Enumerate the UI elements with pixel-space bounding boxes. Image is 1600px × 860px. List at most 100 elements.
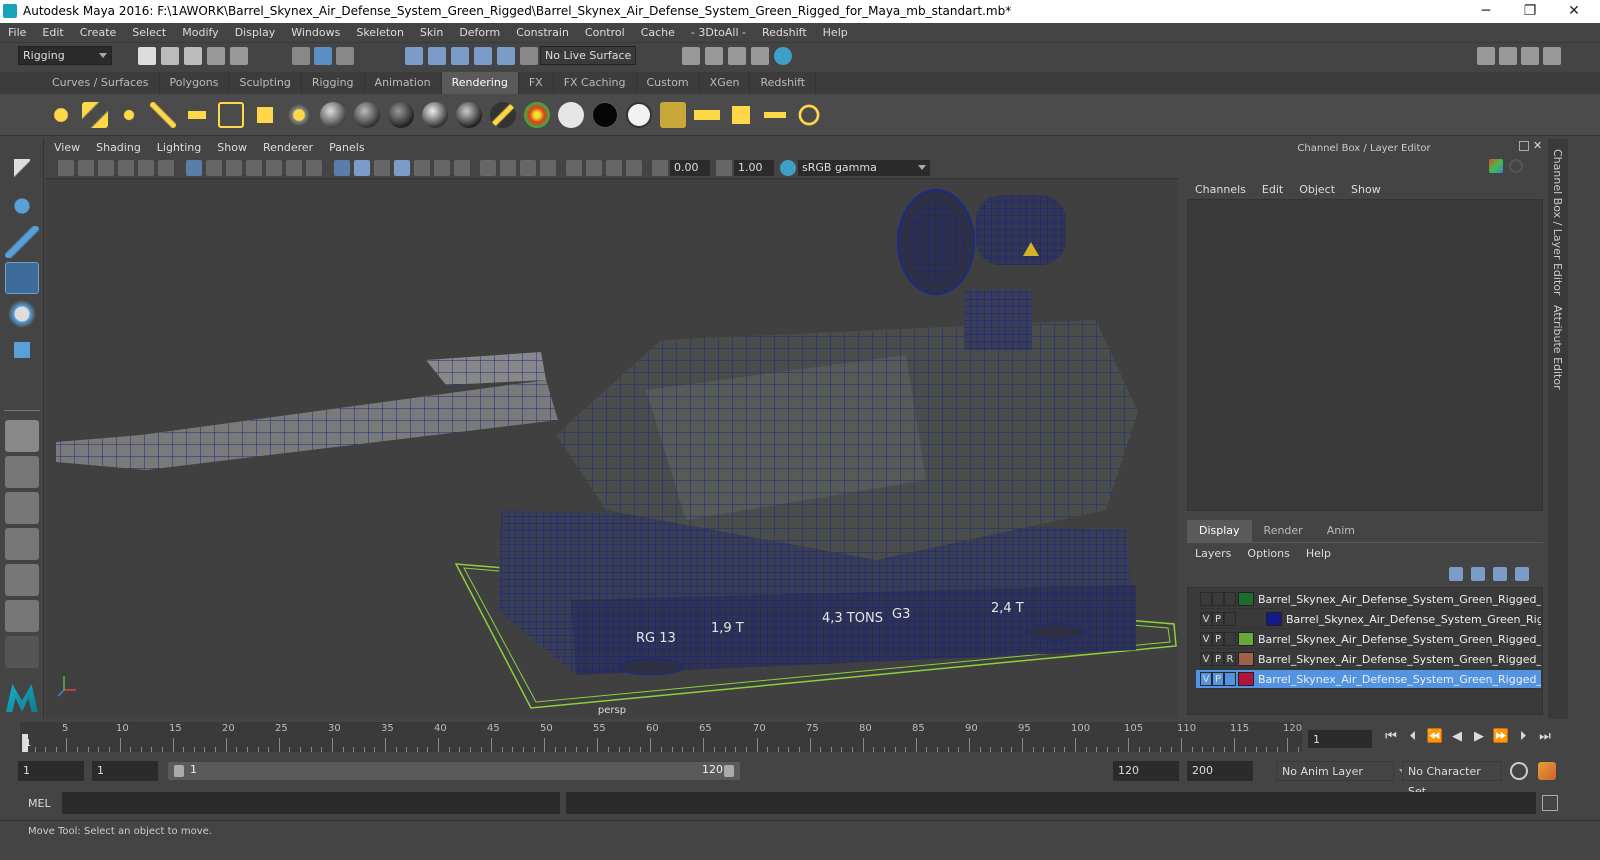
attribute-editor-toggle-icon[interactable]: [1521, 47, 1539, 65]
layer-row[interactable]: V P R Barrel_Skynex_Air_Defense_System_Gree…: [1196, 650, 1541, 669]
xray-icon[interactable]: [586, 159, 602, 176]
snap-surface-icon[interactable]: [497, 47, 515, 65]
snap-point-icon[interactable]: [451, 47, 469, 65]
current-frame-field[interactable]: 1: [1308, 730, 1372, 748]
new-empty-layer-icon[interactable]: [1493, 567, 1507, 581]
playback-toggle[interactable]: P: [1212, 672, 1224, 686]
camera-aim-icon[interactable]: [286, 101, 312, 128]
volume-light-icon[interactable]: [218, 101, 244, 128]
vp-menu-panels[interactable]: Panels: [321, 139, 372, 157]
wireframe-icon[interactable]: [334, 159, 350, 176]
tab-custom[interactable]: Custom: [637, 72, 700, 94]
safe-action-icon[interactable]: [286, 159, 302, 176]
layer-color-swatch[interactable]: [1238, 652, 1254, 666]
playback-toggle[interactable]: P: [1212, 632, 1224, 646]
le-menu-layers[interactable]: Layers: [1187, 547, 1239, 560]
spot-light-icon[interactable]: [150, 101, 176, 128]
anti-aliasing-icon[interactable]: [520, 159, 536, 176]
visibility-toggle[interactable]: V: [1200, 632, 1212, 646]
safe-title-icon[interactable]: [306, 159, 322, 176]
tab-sculpting[interactable]: Sculpting: [229, 72, 302, 94]
menu-control[interactable]: Control: [577, 23, 633, 43]
range-end-field[interactable]: 200: [1187, 761, 1253, 781]
textured-icon[interactable]: [414, 159, 430, 176]
animation-preferences-icon[interactable]: [1538, 762, 1556, 780]
undo-icon[interactable]: [207, 47, 225, 65]
persp-outliner-layout-icon[interactable]: [5, 492, 39, 524]
step-back-key-icon[interactable]: ⏪: [1426, 728, 1444, 746]
hypershade-layout-icon[interactable]: [5, 564, 39, 596]
smooth-shade-icon[interactable]: [354, 159, 370, 176]
gamma-icon[interactable]: [716, 159, 732, 176]
play-backwards-icon[interactable]: ◀: [1448, 728, 1466, 746]
menu-edit[interactable]: Edit: [34, 23, 71, 43]
menu-file[interactable]: File: [0, 23, 34, 43]
tab-curves-surfaces[interactable]: Curves / Surfaces: [42, 72, 160, 94]
menu-deform[interactable]: Deform: [451, 23, 508, 43]
isolate-select-icon[interactable]: [566, 159, 582, 176]
restore-button[interactable]: ❐: [1508, 1, 1552, 22]
phong-e-shader-icon[interactable]: [456, 101, 482, 128]
go-to-start-icon[interactable]: ⏮: [1382, 728, 1400, 746]
speed-icon[interactable]: [1509, 159, 1523, 173]
snap-grid-icon[interactable]: [405, 47, 423, 65]
channel-box-toggle-icon[interactable]: [1499, 47, 1517, 65]
range-start-handle[interactable]: [174, 765, 184, 777]
wireframe-on-shaded-icon[interactable]: [394, 159, 410, 176]
visibility-toggle[interactable]: V: [1200, 672, 1212, 686]
ramp-shader-icon[interactable]: [524, 101, 550, 128]
3d-scene[interactable]: RG 13 1,9 T 4,3 TONS G3 2,4 T persp: [46, 180, 1178, 719]
tab-rendering[interactable]: Rendering: [441, 72, 519, 94]
anisotropic-shader-icon[interactable]: [320, 101, 346, 128]
render-settings-icon[interactable]: [682, 47, 700, 65]
layer-color-swatch[interactable]: [1238, 672, 1254, 686]
menu-select[interactable]: Select: [124, 23, 174, 43]
gamma-field[interactable]: 1.00: [734, 159, 774, 176]
new-scene-icon[interactable]: [138, 47, 156, 65]
mel-label[interactable]: MEL: [28, 797, 51, 810]
field-chart-icon[interactable]: [266, 159, 282, 176]
persp-graph-layout-icon[interactable]: [5, 528, 39, 560]
time-slider[interactable]: 5 10 15 20 25 30 35 40 45 50 55 60 65 70 75 80 85 90 95 100…: [20, 722, 1302, 752]
gate-mask-icon[interactable]: [246, 159, 262, 176]
tab-rigging[interactable]: Rigging: [302, 72, 365, 94]
tab-render[interactable]: Render: [1252, 520, 1315, 542]
script-editor-icon[interactable]: [1542, 795, 1558, 811]
go-to-end-icon[interactable]: ⏭: [1536, 728, 1554, 746]
image-plane-icon[interactable]: [118, 159, 134, 176]
layer-color-swatch[interactable]: [1266, 612, 1282, 626]
range-end-handle[interactable]: [724, 765, 734, 777]
point-light-icon[interactable]: [116, 101, 142, 128]
menu-cache[interactable]: Cache: [633, 23, 683, 43]
auto-key-icon[interactable]: [1510, 762, 1528, 780]
directional-light-icon[interactable]: [82, 101, 108, 128]
tab-fx[interactable]: FX: [519, 72, 554, 94]
visibility-toggle[interactable]: V: [1200, 612, 1212, 626]
vp-menu-renderer[interactable]: Renderer: [255, 139, 321, 157]
side-tab-attribute-editor[interactable]: Attribute Editor: [1551, 305, 1564, 390]
bookmark-icon[interactable]: [98, 159, 114, 176]
menu-skin[interactable]: Skin: [412, 23, 451, 43]
xray-joints-icon[interactable]: [626, 159, 642, 176]
scale-tool-icon[interactable]: [5, 334, 39, 366]
layer-row[interactable]: V P Barrel_Skynex_Air_Defense_System_Green…: [1196, 630, 1541, 649]
layout-menu-icon[interactable]: [5, 636, 39, 668]
layer-color-swatch[interactable]: [1238, 592, 1254, 606]
character-set-dropdown[interactable]: No Character Set: [1402, 761, 1502, 798]
layer-row[interactable]: V P Barrel_Skynex_Air_Defense_System_Green…: [1196, 670, 1541, 689]
render-frame-icon[interactable]: [705, 47, 723, 65]
reference-toggle[interactable]: [1224, 632, 1236, 646]
tab-polygons[interactable]: Polygons: [160, 72, 230, 94]
render-sequence-icon[interactable]: [762, 101, 788, 128]
step-forward-icon[interactable]: ⏵: [1514, 728, 1532, 746]
channel-list-area[interactable]: [1187, 199, 1543, 511]
anim-layer-dropdown[interactable]: No Anim Layer: [1276, 761, 1407, 781]
menu-create[interactable]: Create: [72, 23, 125, 43]
history-icon[interactable]: [520, 47, 538, 65]
select-camera-icon[interactable]: [58, 159, 74, 176]
range-slider[interactable]: 1 120: [168, 762, 740, 780]
grease-pencil-icon[interactable]: [158, 159, 174, 176]
exposure-icon[interactable]: [652, 159, 668, 176]
snap-curve-icon[interactable]: [428, 47, 446, 65]
new-layer-from-selection-icon[interactable]: [1515, 567, 1529, 581]
